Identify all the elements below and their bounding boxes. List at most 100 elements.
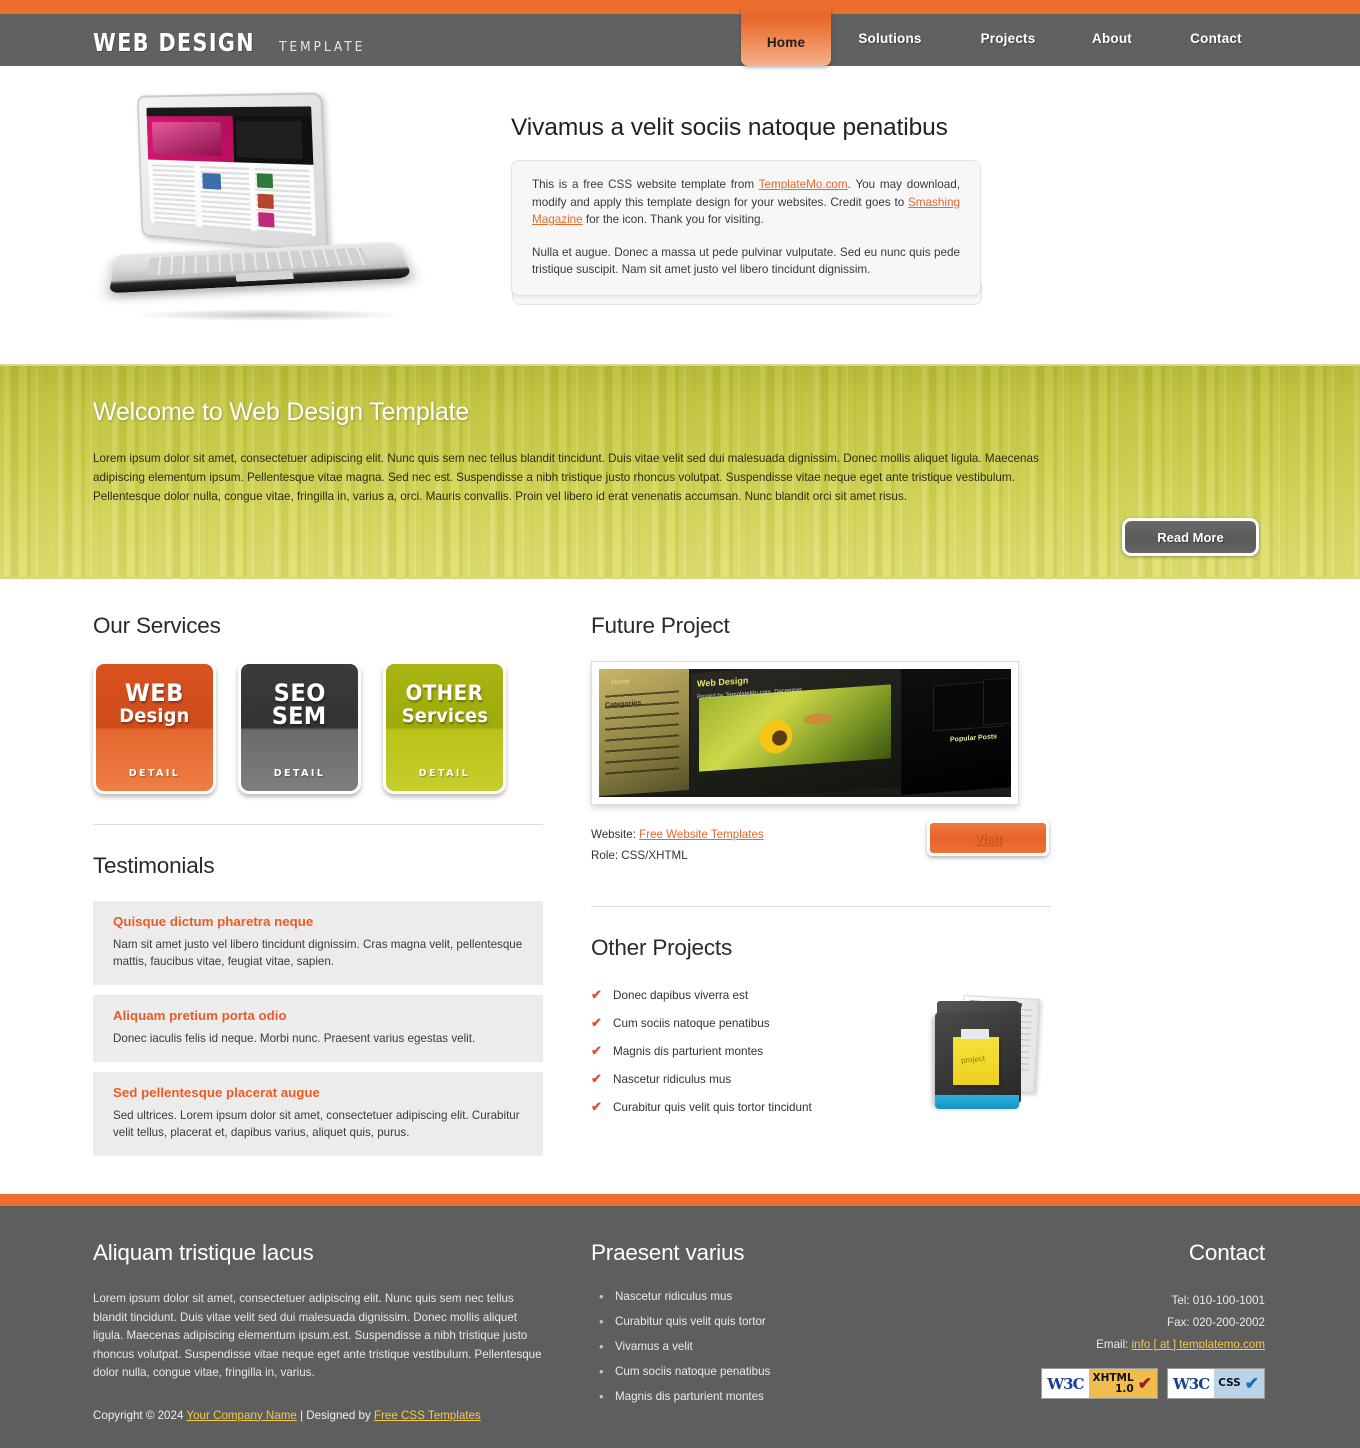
footer-link-label[interactable]: Nascetur ridiculus mus bbox=[615, 1290, 732, 1303]
templatemo-link[interactable]: TemplateMo.com bbox=[759, 178, 848, 191]
list-item[interactable]: ✔ Cum sociis natoque penatibus bbox=[591, 1015, 931, 1031]
check-icon: ✔ bbox=[591, 1043, 602, 1058]
nav-item-projects[interactable]: Projects bbox=[949, 14, 1067, 66]
laptop-trackpad bbox=[235, 270, 295, 282]
read-more-button[interactable]: Read More bbox=[1122, 518, 1259, 556]
footer-link-label[interactable]: Cum sociis natoque penatibus bbox=[615, 1365, 770, 1378]
testimonial-item: Quisque dictum pharetra neque Nam sit am… bbox=[93, 901, 543, 985]
other-projects-body: ✔ Donec dapibus viverra est ✔ Cum sociis… bbox=[591, 983, 1051, 1127]
top-accent-bar bbox=[0, 0, 1360, 14]
laptop-screen bbox=[146, 106, 317, 237]
list-item-label: Nascetur ridiculus mus bbox=[613, 1072, 732, 1086]
testimonial-title: Sed pellentesque placerat augue bbox=[113, 1085, 320, 1100]
designer-link[interactable]: Free CSS Templates bbox=[374, 1409, 481, 1422]
footer-column-links: Praesent varius Nascetur ridiculus mus C… bbox=[543, 1240, 843, 1422]
list-item[interactable]: ✔ Donec dapibus viverra est bbox=[591, 987, 931, 1003]
footer-link-list: Nascetur ridiculus mus Curabitur quis ve… bbox=[591, 1289, 843, 1404]
service-detail-label: DETAIL bbox=[128, 768, 181, 779]
contact-email-link[interactable]: info [ at ] templatemo.com bbox=[1132, 1338, 1265, 1351]
laptop-illustration-column bbox=[93, 90, 483, 344]
intro-text-column: Vivamus a velit sociis natoque penatibus… bbox=[483, 90, 1267, 344]
main-content: Our Services WEB Design DETAIL SEO SEM D… bbox=[85, 579, 1275, 1166]
check-icon: ✔ bbox=[591, 1099, 602, 1114]
badge-label-line1: CSS bbox=[1218, 1377, 1241, 1389]
footer-links-heading: Praesent varius bbox=[591, 1240, 745, 1265]
sticky-note-icon: project bbox=[953, 1029, 999, 1085]
contact-tel: Tel: 010-100-1001 bbox=[1171, 1294, 1265, 1307]
service-card-line1: WEB bbox=[125, 679, 184, 707]
right-column: Future Project Home Categories Web Desig… bbox=[591, 613, 1051, 1166]
footer-list-item[interactable]: Curabitur quis velit quis tortor bbox=[591, 1314, 843, 1329]
w3c-logo-text: W3C bbox=[1042, 1369, 1089, 1398]
folder-note-label: project bbox=[960, 1053, 986, 1066]
footer-list-item[interactable]: Magnis dis parturient montes bbox=[591, 1389, 843, 1404]
section-divider bbox=[591, 906, 1051, 907]
copyright-line: Copyright © 2024 Your Company Name | Des… bbox=[93, 1409, 543, 1422]
check-icon: ✔ bbox=[591, 1015, 602, 1030]
nav-item-home[interactable]: Home bbox=[741, 4, 831, 66]
footer-column-contact: Contact Tel: 010-100-1001 Fax: 020-200-2… bbox=[843, 1240, 1267, 1422]
other-projects-heading: Other Projects bbox=[591, 935, 733, 960]
intro-section: Vivamus a velit sociis natoque penatibus… bbox=[85, 66, 1275, 362]
footer-list-item[interactable]: Vivamus a velit bbox=[591, 1339, 843, 1354]
footer-link-label[interactable]: Magnis dis parturient montes bbox=[615, 1390, 764, 1403]
footer-about-body: Lorem ipsum dolor sit amet, consectetuer… bbox=[93, 1292, 542, 1379]
testimonial-body: Donec iaculis felis id neque. Morbi nunc… bbox=[113, 1032, 476, 1045]
visit-button[interactable]: Visit bbox=[927, 820, 1049, 856]
nav-item-solutions[interactable]: Solutions bbox=[831, 14, 949, 66]
main-navbar: WEB DESIGN TEMPLATE Home Solutions Proje… bbox=[0, 4, 1360, 66]
check-icon: ✔ bbox=[591, 987, 602, 1002]
welcome-heading: Welcome to Web Design Template bbox=[93, 398, 470, 426]
footer-list-item[interactable]: Cum sociis natoque penatibus bbox=[591, 1364, 843, 1379]
footer-list-item[interactable]: Nascetur ridiculus mus bbox=[591, 1289, 843, 1304]
welcome-body-text: Lorem ipsum dolor sit amet, consectetuer… bbox=[93, 452, 1039, 503]
logo-secondary-text: TEMPLATE bbox=[279, 40, 366, 55]
w3c-xhtml-badge[interactable]: W3C XHTML 1.0 ✔ bbox=[1041, 1368, 1158, 1399]
our-services-heading: Our Services bbox=[93, 613, 221, 638]
list-item-label: Donec dapibus viverra est bbox=[613, 988, 749, 1002]
site-logo[interactable]: WEB DESIGN TEMPLATE bbox=[93, 28, 370, 57]
contact-details: Tel: 010-100-1001 Fax: 020-200-2002 Emai… bbox=[843, 1290, 1265, 1356]
list-item-label: Curabitur quis velit quis tortor tincidu… bbox=[613, 1100, 812, 1114]
testimonial-item: Aliquam pretium porta odio Donec iaculis… bbox=[93, 995, 543, 1062]
project-website-link[interactable]: Free Website Templates bbox=[639, 828, 764, 841]
w3c-css-badge[interactable]: W3C CSS ✔ bbox=[1166, 1368, 1265, 1399]
validation-badges: W3C XHTML 1.0 ✔ W3C CSS ✔ bbox=[843, 1368, 1265, 1399]
footer-link-label[interactable]: Vivamus a velit bbox=[615, 1340, 693, 1353]
project-thumbnail-frame[interactable]: Home Categories Web Design Posted by Tem… bbox=[591, 661, 1019, 805]
folder-icon: project bbox=[931, 991, 1051, 1121]
service-detail-label: DETAIL bbox=[418, 768, 471, 779]
badge-label-line1: XHTML bbox=[1092, 1371, 1134, 1384]
laptop-base bbox=[108, 242, 414, 294]
project-screenshot: Home Categories Web Design Posted by Tem… bbox=[599, 669, 1011, 797]
nav-item-contact[interactable]: Contact bbox=[1157, 14, 1275, 66]
primary-navigation: Home Solutions Projects About Contact bbox=[741, 4, 1275, 66]
footer-link-label[interactable]: Curabitur quis velit quis tortor bbox=[615, 1315, 766, 1328]
contact-email-label: Email: bbox=[1096, 1338, 1132, 1351]
intro-paragraph-1: This is a free CSS website template from… bbox=[532, 176, 960, 229]
list-item[interactable]: ✔ Magnis dis parturient montes bbox=[591, 1043, 931, 1059]
nav-item-about[interactable]: About bbox=[1067, 14, 1157, 66]
copyright-prefix: Copyright © 2024 bbox=[93, 1408, 187, 1422]
intro-p1-part1: This is a free CSS website template from bbox=[532, 178, 759, 191]
service-card-line2: Design bbox=[119, 705, 190, 727]
service-card-web-design[interactable]: WEB Design DETAIL bbox=[93, 661, 216, 794]
future-project-heading: Future Project bbox=[591, 613, 730, 638]
list-item[interactable]: ✔ Curabitur quis velit quis tortor tinci… bbox=[591, 1099, 931, 1115]
service-card-line1: OTHER bbox=[405, 681, 484, 705]
service-card-seo-sem[interactable]: SEO SEM DETAIL bbox=[238, 661, 361, 794]
laptop-lid bbox=[136, 92, 329, 254]
list-item[interactable]: ✔ Nascetur ridiculus mus bbox=[591, 1071, 931, 1087]
testimonial-body: Nam sit amet justo vel libero tincidunt … bbox=[113, 938, 523, 968]
laptop-shadow bbox=[133, 309, 403, 321]
footer-about-heading: Aliquam tristique lacus bbox=[93, 1240, 314, 1265]
company-name-link[interactable]: Your Company Name bbox=[186, 1409, 296, 1422]
footer-column-about: Aliquam tristique lacus Lorem ipsum dolo… bbox=[93, 1240, 543, 1422]
intro-text-box: This is a free CSS website template from… bbox=[511, 160, 982, 305]
intro-heading: Vivamus a velit sociis natoque penatibus bbox=[511, 114, 948, 141]
service-card-line2: Services bbox=[401, 705, 488, 727]
services-list: WEB Design DETAIL SEO SEM DETAIL OTHER S… bbox=[93, 661, 543, 794]
logo-primary-text: WEB DESIGN bbox=[93, 28, 255, 57]
footer-accent-bar bbox=[0, 1194, 1360, 1206]
service-card-other-services[interactable]: OTHER Services DETAIL bbox=[383, 661, 506, 794]
